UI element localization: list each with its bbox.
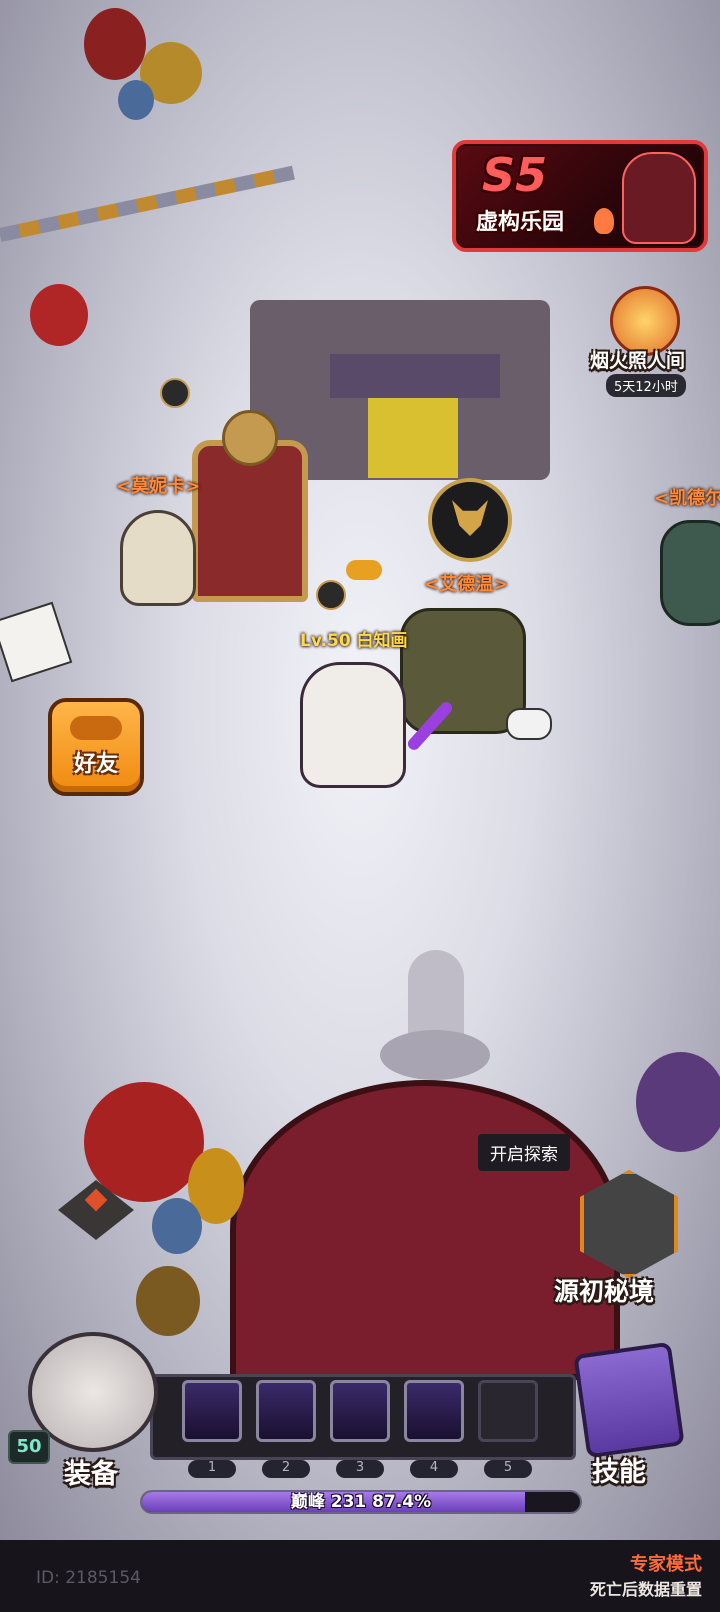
balloon-blue (118, 80, 154, 120)
lantern-bottom (84, 1082, 204, 1202)
bunting (0, 165, 295, 242)
skills-label[interactable]: 技能 (592, 1450, 646, 1489)
flame-icon (594, 208, 614, 234)
skill-slot-2[interactable] (256, 1380, 316, 1442)
player-label: Lv.50 白知画 (300, 631, 408, 651)
skill-slot-1[interactable] (182, 1380, 242, 1442)
friends-button[interactable]: 好友 (48, 698, 144, 796)
skill-slot-4[interactable] (404, 1380, 464, 1442)
peak-progress-text: 巅峰 231 87.4% (290, 1492, 432, 1512)
dome-top (380, 1030, 490, 1080)
friends-button-label: 好友 (73, 752, 118, 777)
season-badge[interactable]: S5 虚构乐园 (452, 140, 708, 252)
balloon-blue-2 (152, 1198, 202, 1254)
coin-icon (160, 378, 190, 408)
balloon-purple (636, 1052, 720, 1152)
event-title: 烟火照人间 (590, 350, 686, 372)
skill-slot-number: 1 (188, 1460, 236, 1478)
level-badge: 50 (8, 1430, 50, 1464)
throne-eye (222, 410, 278, 466)
explore-button[interactable]: 源初秘境 (554, 1160, 720, 1310)
footer: ID: 2185154 专家模式 死亡后数据重置 (0, 1540, 720, 1612)
bull-skull-icon (580, 1170, 678, 1278)
skill-slot-number: 5 (484, 1460, 532, 1478)
playing-card (0, 601, 73, 683)
npc-edwin-label[interactable]: <艾德温> (424, 570, 508, 596)
balloon-red (84, 8, 146, 80)
peak-progress-bar: 巅峰 231 87.4% (140, 1490, 582, 1514)
lantern-left (30, 284, 88, 346)
npc-kaide-label[interactable]: <凯德尔 (654, 484, 720, 510)
tent-door (368, 398, 458, 478)
gold-ingot-icon (346, 560, 382, 580)
event-timer: 5天12小时 (606, 374, 686, 397)
skill-slot-number: 4 (410, 1460, 458, 1478)
equip-label[interactable]: 装备 (64, 1452, 118, 1491)
skill-slot-number: 2 (262, 1460, 310, 1478)
demon-mask-icon (622, 152, 696, 244)
npc-monica-label[interactable]: <莫妮卡> (116, 472, 200, 498)
season-code: S5 (482, 148, 548, 202)
explore-tooltip: 开启探索 (478, 1134, 570, 1171)
skill-slot-3[interactable] (330, 1380, 390, 1442)
skill-slot-5[interactable] (478, 1380, 538, 1442)
event-firework[interactable]: 烟火照人间 5天12小时 (590, 282, 720, 402)
skill-book-icon[interactable] (573, 1341, 685, 1459)
player-id: ID: 2185154 (36, 1568, 141, 1588)
explore-label: 源初秘境 (554, 1277, 655, 1306)
npc-monica-sprite[interactable] (120, 510, 196, 606)
sheep-icon (506, 708, 552, 740)
cloud-icon (70, 716, 122, 740)
expert-mode-note: 死亡后数据重置 (589, 1580, 702, 1599)
skill-slot-number: 3 (336, 1460, 384, 1478)
tent-roof (330, 354, 500, 398)
npc-kaide-sprite[interactable] (660, 520, 720, 626)
coin-icon (316, 580, 346, 610)
balloon-dark (136, 1266, 200, 1336)
expert-mode: 专家模式 (630, 1554, 702, 1575)
season-name: 虚构乐园 (476, 210, 565, 235)
player-sprite[interactable] (300, 662, 406, 788)
